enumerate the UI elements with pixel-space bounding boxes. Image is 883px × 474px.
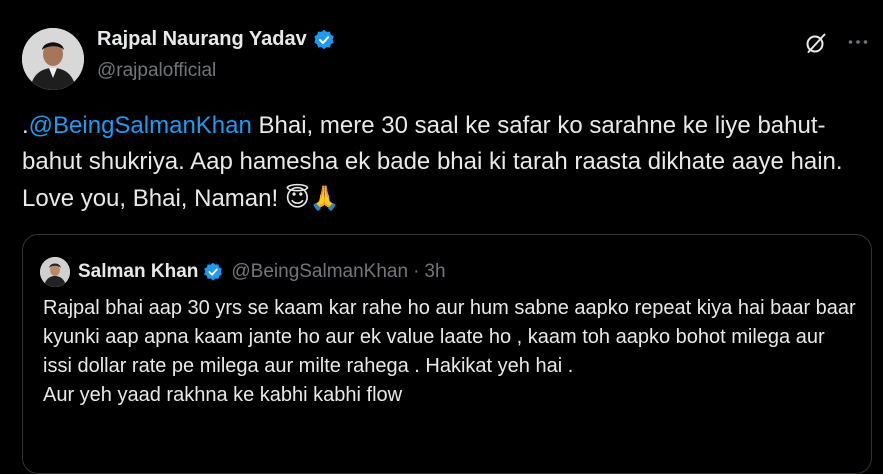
emoji-angel-pray: 😇🙏: [284, 184, 340, 212]
quoted-author-avatar[interactable]: [40, 257, 70, 287]
verified-badge-icon: [204, 262, 223, 281]
tweet-text: .@BeingSalmanKhan Bhai, mere 30 saal ke …: [22, 108, 872, 217]
tweet-prefix: .: [22, 112, 29, 139]
mention-link[interactable]: @BeingSalmanKhan: [29, 112, 252, 139]
author-name-text: Rajpal Naurang Yadav: [97, 28, 307, 50]
grok-icon[interactable]: [804, 31, 828, 55]
author-name[interactable]: Rajpal Naurang Yadav: [97, 28, 335, 51]
more-options-icon[interactable]: [846, 30, 870, 54]
quoted-tweet-time[interactable]: 3h: [424, 261, 445, 283]
author-avatar[interactable]: [22, 28, 84, 90]
quoted-tweet-header: Salman Khan @BeingSalmanKhan · 3h: [40, 257, 446, 287]
quoted-tweet[interactable]: Salman Khan @BeingSalmanKhan · 3h Rajpal…: [22, 234, 872, 474]
quoted-text-line: Rajpal bhai aap 30 yrs se kaam kar rahe …: [43, 297, 856, 377]
quoted-tweet-text: Rajpal bhai aap 30 yrs se kaam kar rahe …: [43, 294, 858, 410]
author-handle[interactable]: @rajpalofficial: [97, 60, 216, 82]
quoted-text-line: Aur yeh yaad rakhna ke kabhi kabhi flow: [43, 384, 403, 406]
verified-badge-icon: [314, 29, 334, 49]
quoted-author-name[interactable]: Salman Khan: [78, 261, 198, 283]
meta-separator: ·: [413, 261, 420, 282]
quoted-author-handle[interactable]: @BeingSalmanKhan: [231, 261, 408, 283]
